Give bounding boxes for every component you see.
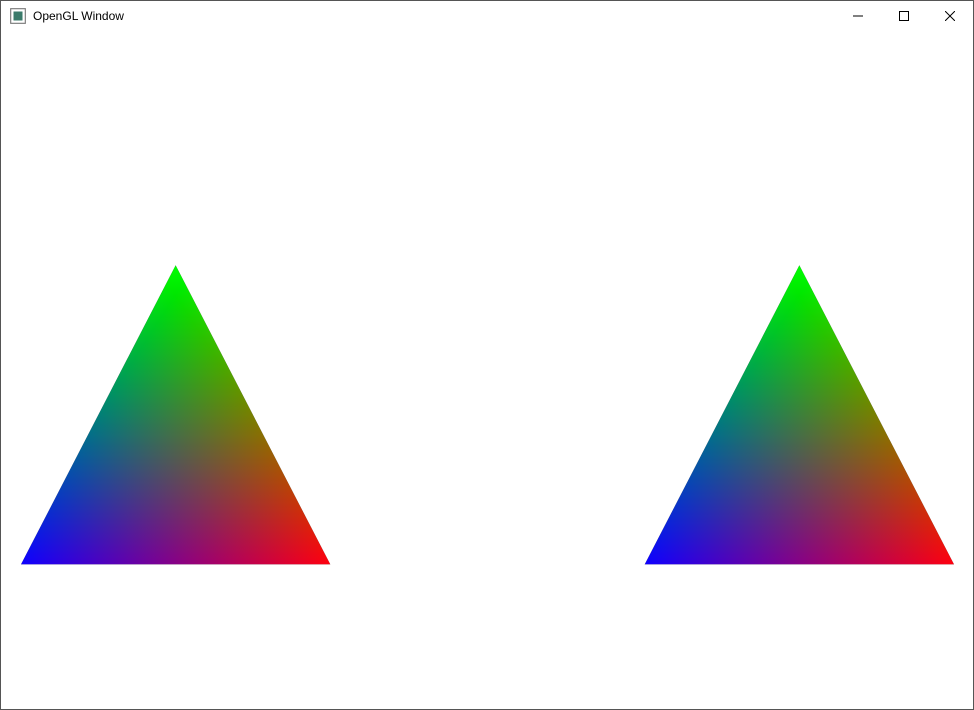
maximize-button[interactable] <box>881 1 927 31</box>
triangle-right-vertex-2-layer <box>645 265 954 564</box>
minimize-button[interactable] <box>835 1 881 31</box>
window-title: OpenGL Window <box>33 9 124 23</box>
triangle-left-vertex-2-layer <box>21 265 330 564</box>
render-surface <box>1 31 973 709</box>
title-bar[interactable]: OpenGL Window <box>1 1 973 31</box>
app-window: OpenGL Window <box>0 0 974 710</box>
minimize-icon <box>853 11 863 21</box>
maximize-icon <box>899 11 909 21</box>
close-button[interactable] <box>927 1 973 31</box>
app-icon <box>9 7 27 25</box>
close-icon <box>945 11 955 21</box>
opengl-viewport <box>1 31 973 709</box>
